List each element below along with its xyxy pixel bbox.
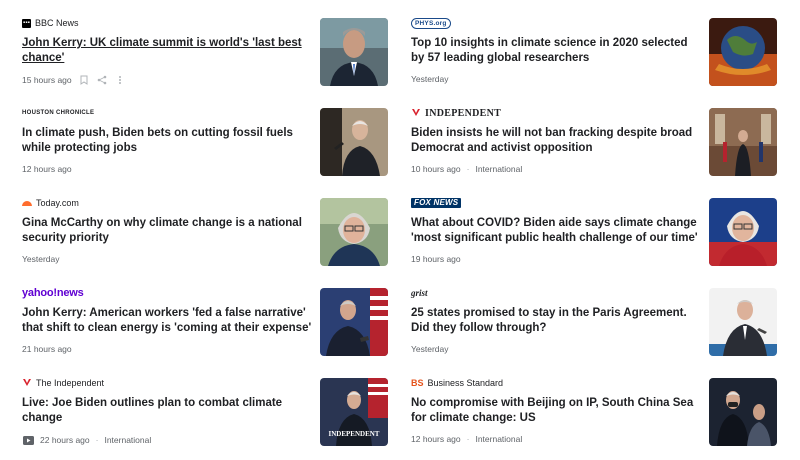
source-name: Business Standard xyxy=(427,378,504,388)
headline-link[interactable]: Biden insists he will not ban fracking d… xyxy=(411,126,701,156)
article-thumbnail[interactable] xyxy=(709,378,777,446)
headline-link[interactable]: Gina McCarthy on why climate change is a… xyxy=(22,216,312,246)
share-icon[interactable] xyxy=(96,74,108,86)
article-thumbnail[interactable] xyxy=(320,288,388,356)
headline-link[interactable]: Top 10 insights in climate science in 20… xyxy=(411,36,701,66)
news-card[interactable]: yahoo!news John Kerry: American workers … xyxy=(22,270,402,360)
source-row: ▪▪▪ BBC News xyxy=(22,16,312,30)
news-card[interactable]: FOX NEWS What about COVID? Biden aide sa… xyxy=(411,180,791,270)
headline-link[interactable]: In climate push, Biden bets on cutting f… xyxy=(22,126,312,156)
more-icon[interactable] xyxy=(114,74,126,86)
article-thumbnail[interactable] xyxy=(709,198,777,266)
article-thumbnail[interactable] xyxy=(709,108,777,176)
news-card[interactable]: The Independent Live: Joe Biden outlines… xyxy=(22,360,402,450)
news-feed: ▪▪▪ BBC News John Kerry: UK climate summ… xyxy=(0,0,800,460)
timestamp: 19 hours ago xyxy=(411,254,461,264)
news-card[interactable]: INDEPENDENT Biden insists he will not ba… xyxy=(411,90,791,180)
save-icon[interactable] xyxy=(78,74,90,86)
timestamp: Yesterday xyxy=(22,254,60,264)
timestamp: 10 hours ago xyxy=(411,164,461,174)
today-logo-icon xyxy=(22,198,32,208)
source-name: yahoo!news xyxy=(22,287,84,299)
video-icon xyxy=(22,434,34,446)
timestamp: 12 hours ago xyxy=(22,164,72,174)
news-card[interactable]: grist 25 states promised to stay in the … xyxy=(411,270,791,360)
source-row: The Independent xyxy=(22,376,312,390)
source-name: grist xyxy=(411,288,428,298)
source-name: FOX NEWS xyxy=(411,198,462,208)
source-name: INDEPENDENT xyxy=(425,107,502,119)
headline-link[interactable]: Live: Joe Biden outlines plan to combat … xyxy=(22,396,312,426)
news-card[interactable]: PHYS.org Top 10 insights in climate scie… xyxy=(411,0,791,90)
news-card[interactable]: HOUSTON CHRONICLE In climate push, Biden… xyxy=(22,90,402,180)
timestamp: 21 hours ago xyxy=(22,344,72,354)
source-name: The Independent xyxy=(36,378,105,388)
business-standard-logo-icon: BS xyxy=(411,378,424,388)
timestamp: Yesterday xyxy=(411,344,449,354)
news-card[interactable]: Today.com Gina McCarthy on why climate c… xyxy=(22,180,402,270)
source-name: BBC News xyxy=(34,18,79,28)
news-card[interactable]: ▪▪▪ BBC News John Kerry: UK climate summ… xyxy=(22,0,402,90)
section-label: International xyxy=(475,164,523,174)
article-thumbnail[interactable] xyxy=(709,288,777,356)
timestamp: 12 hours ago xyxy=(411,434,461,444)
meta-separator: · xyxy=(95,435,99,445)
source-row: INDEPENDENT xyxy=(411,106,701,120)
article-thumbnail[interactable] xyxy=(709,18,777,86)
news-column-right: PHYS.org Top 10 insights in climate scie… xyxy=(411,0,791,450)
bbc-logo-icon: ▪▪▪ xyxy=(22,18,31,28)
source-row: Today.com xyxy=(22,196,312,210)
source-name: Today.com xyxy=(36,198,79,208)
article-thumbnail[interactable] xyxy=(320,18,388,86)
independent-logo-icon xyxy=(22,377,32,389)
article-thumbnail[interactable] xyxy=(320,108,388,176)
headline-link[interactable]: John Kerry: UK climate summit is world's… xyxy=(22,36,312,66)
news-column-left: ▪▪▪ BBC News John Kerry: UK climate summ… xyxy=(22,0,402,450)
source-row: grist xyxy=(411,286,701,300)
timestamp: 22 hours ago xyxy=(40,435,90,445)
source-row: BS Business Standard xyxy=(411,376,701,390)
headline-link[interactable]: No compromise with Beijing on IP, South … xyxy=(411,396,701,426)
article-thumbnail[interactable]: INDEPENDENT xyxy=(320,378,388,446)
headline-link[interactable]: 25 states promised to stay in the Paris … xyxy=(411,306,701,336)
source-row: FOX NEWS xyxy=(411,196,701,210)
section-label: International xyxy=(104,435,152,445)
headline-link[interactable]: What about COVID? Biden aide says climat… xyxy=(411,216,701,246)
source-row: HOUSTON CHRONICLE xyxy=(22,106,312,120)
source-name: HOUSTON CHRONICLE xyxy=(22,109,95,116)
source-row: yahoo!news xyxy=(22,286,312,300)
section-label: International xyxy=(475,434,523,444)
meta-separator: · xyxy=(466,164,470,174)
timestamp: Yesterday xyxy=(411,74,449,84)
source-name: PHYS.org xyxy=(411,17,451,29)
news-card[interactable]: BS Business Standard No compromise with … xyxy=(411,360,791,450)
timestamp: 15 hours ago xyxy=(22,75,72,85)
headline-link[interactable]: John Kerry: American workers 'fed a fals… xyxy=(22,306,312,336)
thumbnail-caption: INDEPENDENT xyxy=(329,430,380,438)
meta-separator: · xyxy=(466,434,470,444)
source-row: PHYS.org xyxy=(411,16,701,30)
independent-logo-icon xyxy=(411,107,421,119)
article-thumbnail[interactable] xyxy=(320,198,388,266)
